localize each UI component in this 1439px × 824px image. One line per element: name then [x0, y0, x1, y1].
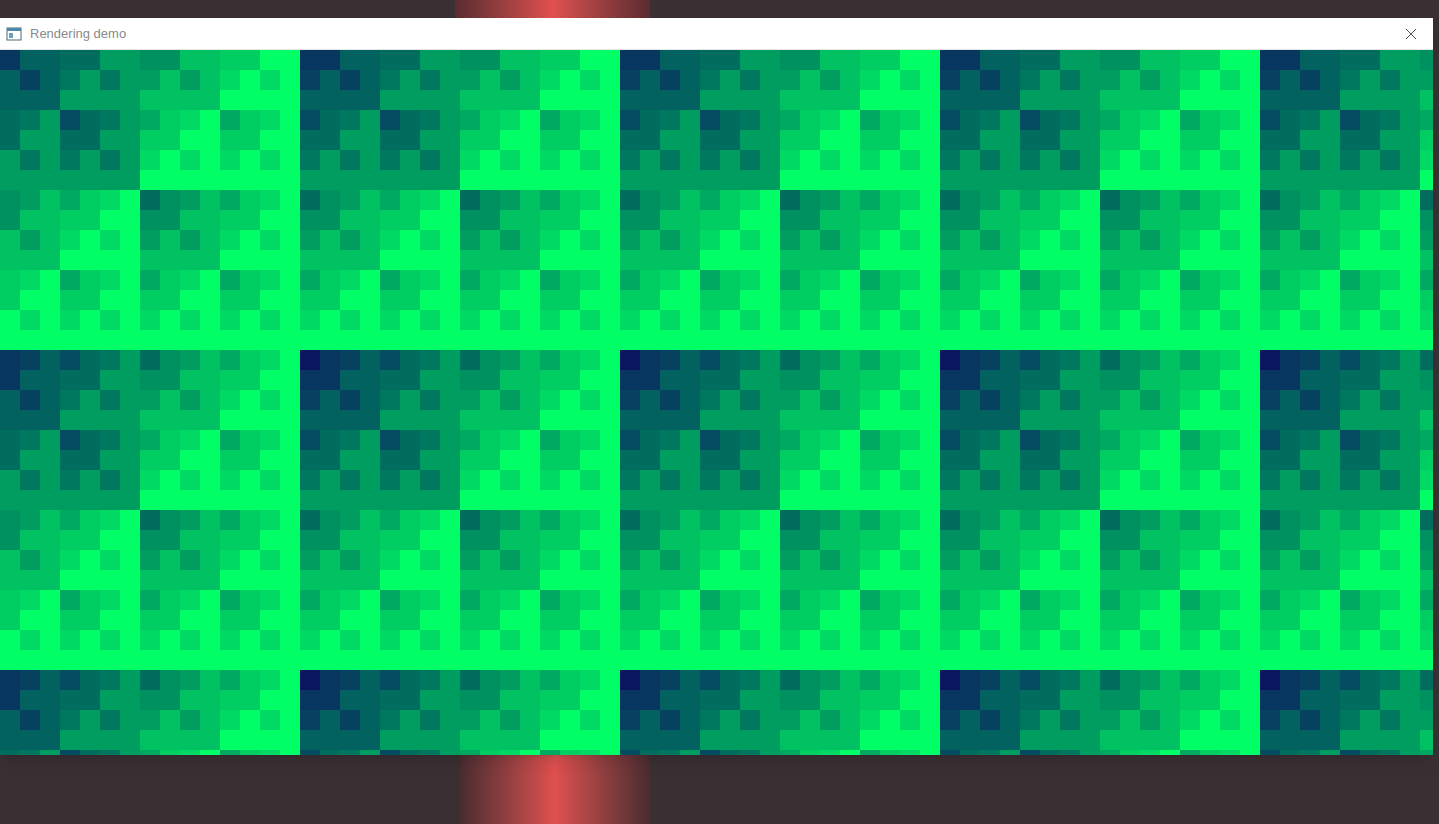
render-canvas[interactable] — [0, 50, 1433, 755]
close-button[interactable] — [1395, 20, 1427, 48]
title-bar[interactable]: Rendering demo — [0, 18, 1433, 50]
render-output — [0, 50, 1433, 755]
app-window: Rendering demo — [0, 18, 1433, 755]
desktop-noise-bottom — [460, 755, 650, 824]
desktop: Rendering demo — [0, 0, 1439, 824]
window-title: Rendering demo — [30, 24, 126, 44]
desktop-noise-top — [455, 0, 650, 18]
close-icon — [1405, 28, 1417, 40]
app-icon — [6, 26, 22, 42]
